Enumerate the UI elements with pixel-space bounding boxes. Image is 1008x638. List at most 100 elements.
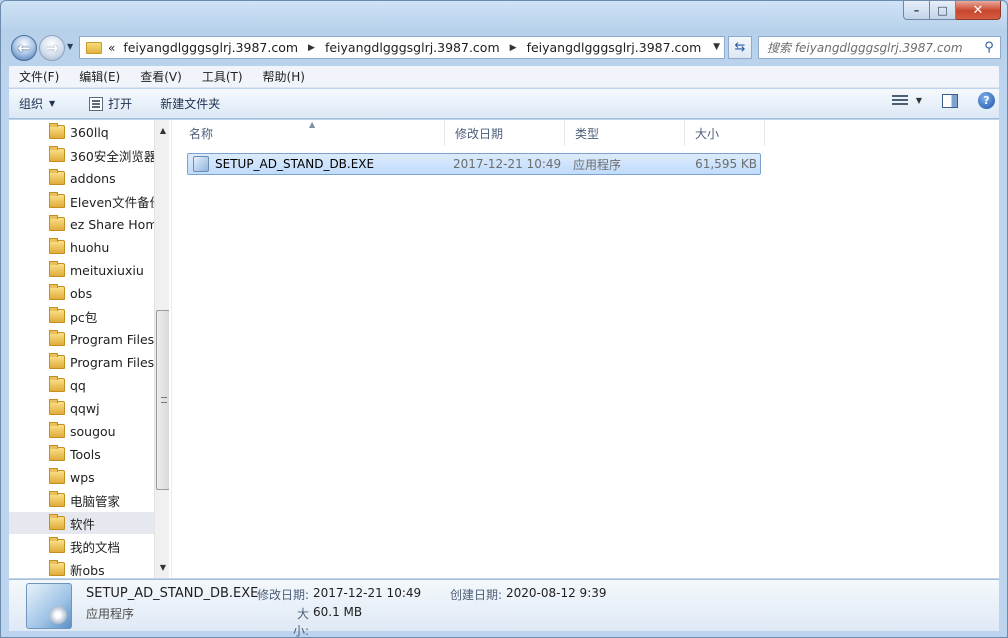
refresh-button[interactable]: ⇆: [728, 36, 752, 59]
close-button[interactable]: ✕: [956, 1, 1001, 20]
file-type: 应用程序: [573, 157, 622, 172]
folder-icon: [49, 399, 65, 415]
tree-item-label: wps: [70, 469, 95, 485]
scroll-down-icon[interactable]: ▼: [155, 559, 169, 576]
address-bar[interactable]: « feiyangdlgggsglrj.3987.com ▶ feiyangdl…: [79, 36, 725, 59]
tree-item-label: Tools: [70, 446, 101, 462]
open-button[interactable]: 打开: [79, 92, 142, 116]
tree-item-label: qq: [70, 377, 86, 393]
folder-icon: [49, 514, 65, 530]
tree-item[interactable]: 360安全浏览器: [9, 144, 154, 166]
tree-item-selected[interactable]: 软件: [9, 512, 154, 534]
tree-item-label: 电脑管家: [70, 493, 121, 509]
tree-item[interactable]: sougou: [9, 420, 154, 442]
chevron-down-icon[interactable]: ▼: [916, 96, 922, 105]
search-box: ⚲: [758, 36, 1001, 59]
address-dropdown-icon[interactable]: ▼: [713, 42, 720, 52]
file-row[interactable]: SETUP_AD_STAND_DB.EXE 2017-12-21 10:49 应…: [187, 153, 761, 175]
tree-item-label: meituxiuxiu: [70, 262, 144, 278]
details-created-value: 2020-08-12 9:39: [506, 586, 607, 600]
scroll-up-icon[interactable]: ▲: [155, 122, 169, 139]
folder-icon: [49, 284, 65, 300]
tree-item[interactable]: meituxiuxiu: [9, 259, 154, 281]
column-header-modified[interactable]: 修改日期: [445, 120, 565, 146]
organize-button[interactable]: 组织 ▼: [9, 92, 65, 116]
new-folder-button[interactable]: 新建文件夹: [150, 92, 230, 116]
menu-file[interactable]: 文件(F): [9, 68, 69, 85]
breadcrumb-overflow[interactable]: «: [108, 41, 115, 55]
tree-item[interactable]: ez Share Home: [9, 213, 154, 235]
tree-item[interactable]: 360llq: [9, 121, 154, 143]
tree-item-label: ez Share Home: [70, 216, 154, 232]
folder-icon: [49, 422, 65, 438]
view-options-icon[interactable]: [891, 94, 910, 108]
command-bar: 组织 ▼ 打开 新建文件夹 ▼ ?: [9, 89, 999, 119]
column-header-name[interactable]: 名称: [179, 120, 445, 146]
maximize-button[interactable]: □: [930, 1, 956, 20]
recent-pages-dropdown[interactable]: ▼: [67, 42, 73, 51]
details-pane: SETUP_AD_STAND_DB.EXE 应用程序 修改日期: 2017-12…: [9, 579, 999, 638]
tree-item-label: 360llq: [70, 124, 109, 140]
tree-item-label: qqwj: [70, 400, 100, 416]
forward-button[interactable]: →: [39, 35, 65, 61]
help-icon[interactable]: ?: [978, 92, 995, 109]
menu-tools[interactable]: 工具(T): [192, 68, 253, 85]
scrollbar-thumb[interactable]: [156, 310, 169, 490]
column-header-size[interactable]: 大小: [685, 120, 765, 146]
details-modified-value: 2017-12-21 10:49: [313, 586, 422, 600]
pane-splitter[interactable]: [171, 120, 172, 578]
menu-edit[interactable]: 编辑(E): [69, 68, 130, 85]
tree-item[interactable]: huohu: [9, 236, 154, 258]
folder-icon: [49, 445, 65, 461]
details-size-label: 大小:: [292, 607, 309, 638]
folder-icon: [49, 123, 65, 139]
tree-item[interactable]: qq: [9, 374, 154, 396]
chevron-right-icon[interactable]: ▶: [308, 43, 315, 53]
column-header-type[interactable]: 类型: [565, 120, 685, 146]
tree-item[interactable]: Tools: [9, 443, 154, 465]
tree-item[interactable]: 电脑管家: [9, 489, 154, 511]
tree-item[interactable]: wps: [9, 466, 154, 488]
minimize-icon: –: [913, 3, 920, 17]
tree-item-label: addons: [70, 170, 116, 186]
folder-icon: [86, 41, 102, 54]
folder-icon: [49, 376, 65, 392]
tree-item[interactable]: Program Files: [9, 351, 154, 373]
breadcrumb-item[interactable]: feiyangdlgggsglrj.3987.com: [527, 40, 702, 55]
tree-item-label: Eleven文件备份: [70, 194, 154, 210]
file-size: 61,595 KB: [695, 157, 757, 171]
search-icon[interactable]: ⚲: [978, 40, 1000, 55]
search-input[interactable]: [767, 40, 978, 55]
tree-item[interactable]: Program Files: [9, 328, 154, 350]
tree-item[interactable]: addons: [9, 167, 154, 189]
tree-item-label: 新obs: [70, 562, 105, 578]
maximize-icon: □: [937, 3, 948, 17]
back-button[interactable]: ←: [11, 35, 37, 61]
minimize-button[interactable]: –: [903, 1, 930, 20]
tree-item-label: obs: [70, 285, 93, 301]
menu-view[interactable]: 查看(V): [130, 68, 192, 85]
folder-icon: [49, 169, 65, 185]
breadcrumb-item[interactable]: feiyangdlgggsglrj.3987.com: [123, 40, 298, 55]
arrow-left-icon: ←: [17, 38, 31, 57]
menu-help[interactable]: 帮助(H): [253, 68, 315, 85]
arrow-right-icon: →: [45, 38, 59, 57]
file-list: ▲ 名称 修改日期 类型 大小 SETUP_AD_STAND_DB.EXE 20…: [179, 120, 999, 578]
tree-item[interactable]: qqwj: [9, 397, 154, 419]
grip-icon: [161, 397, 167, 403]
tree-item[interactable]: Eleven文件备份: [9, 190, 154, 212]
nav-scrollbar[interactable]: ▲ ▼: [154, 120, 169, 578]
tree-item[interactable]: pc包: [9, 305, 154, 327]
menu-bar: 文件(F) 编辑(E) 查看(V) 工具(T) 帮助(H): [9, 66, 999, 88]
tree-item[interactable]: 我的文档: [9, 535, 154, 557]
installer-icon: [26, 583, 72, 629]
breadcrumb-item[interactable]: feiyangdlgggsglrj.3987.com: [325, 40, 500, 55]
preview-pane-icon[interactable]: [942, 93, 958, 108]
tree-item[interactable]: 新obs: [9, 558, 154, 578]
folder-icon: [49, 146, 65, 162]
breadcrumb: « feiyangdlgggsglrj.3987.com ▶ feiyangdl…: [108, 40, 701, 55]
chevron-down-icon: ▼: [49, 99, 56, 108]
tree-item[interactable]: obs: [9, 282, 154, 304]
chevron-right-icon[interactable]: ▶: [510, 43, 517, 53]
open-icon: [89, 96, 104, 111]
